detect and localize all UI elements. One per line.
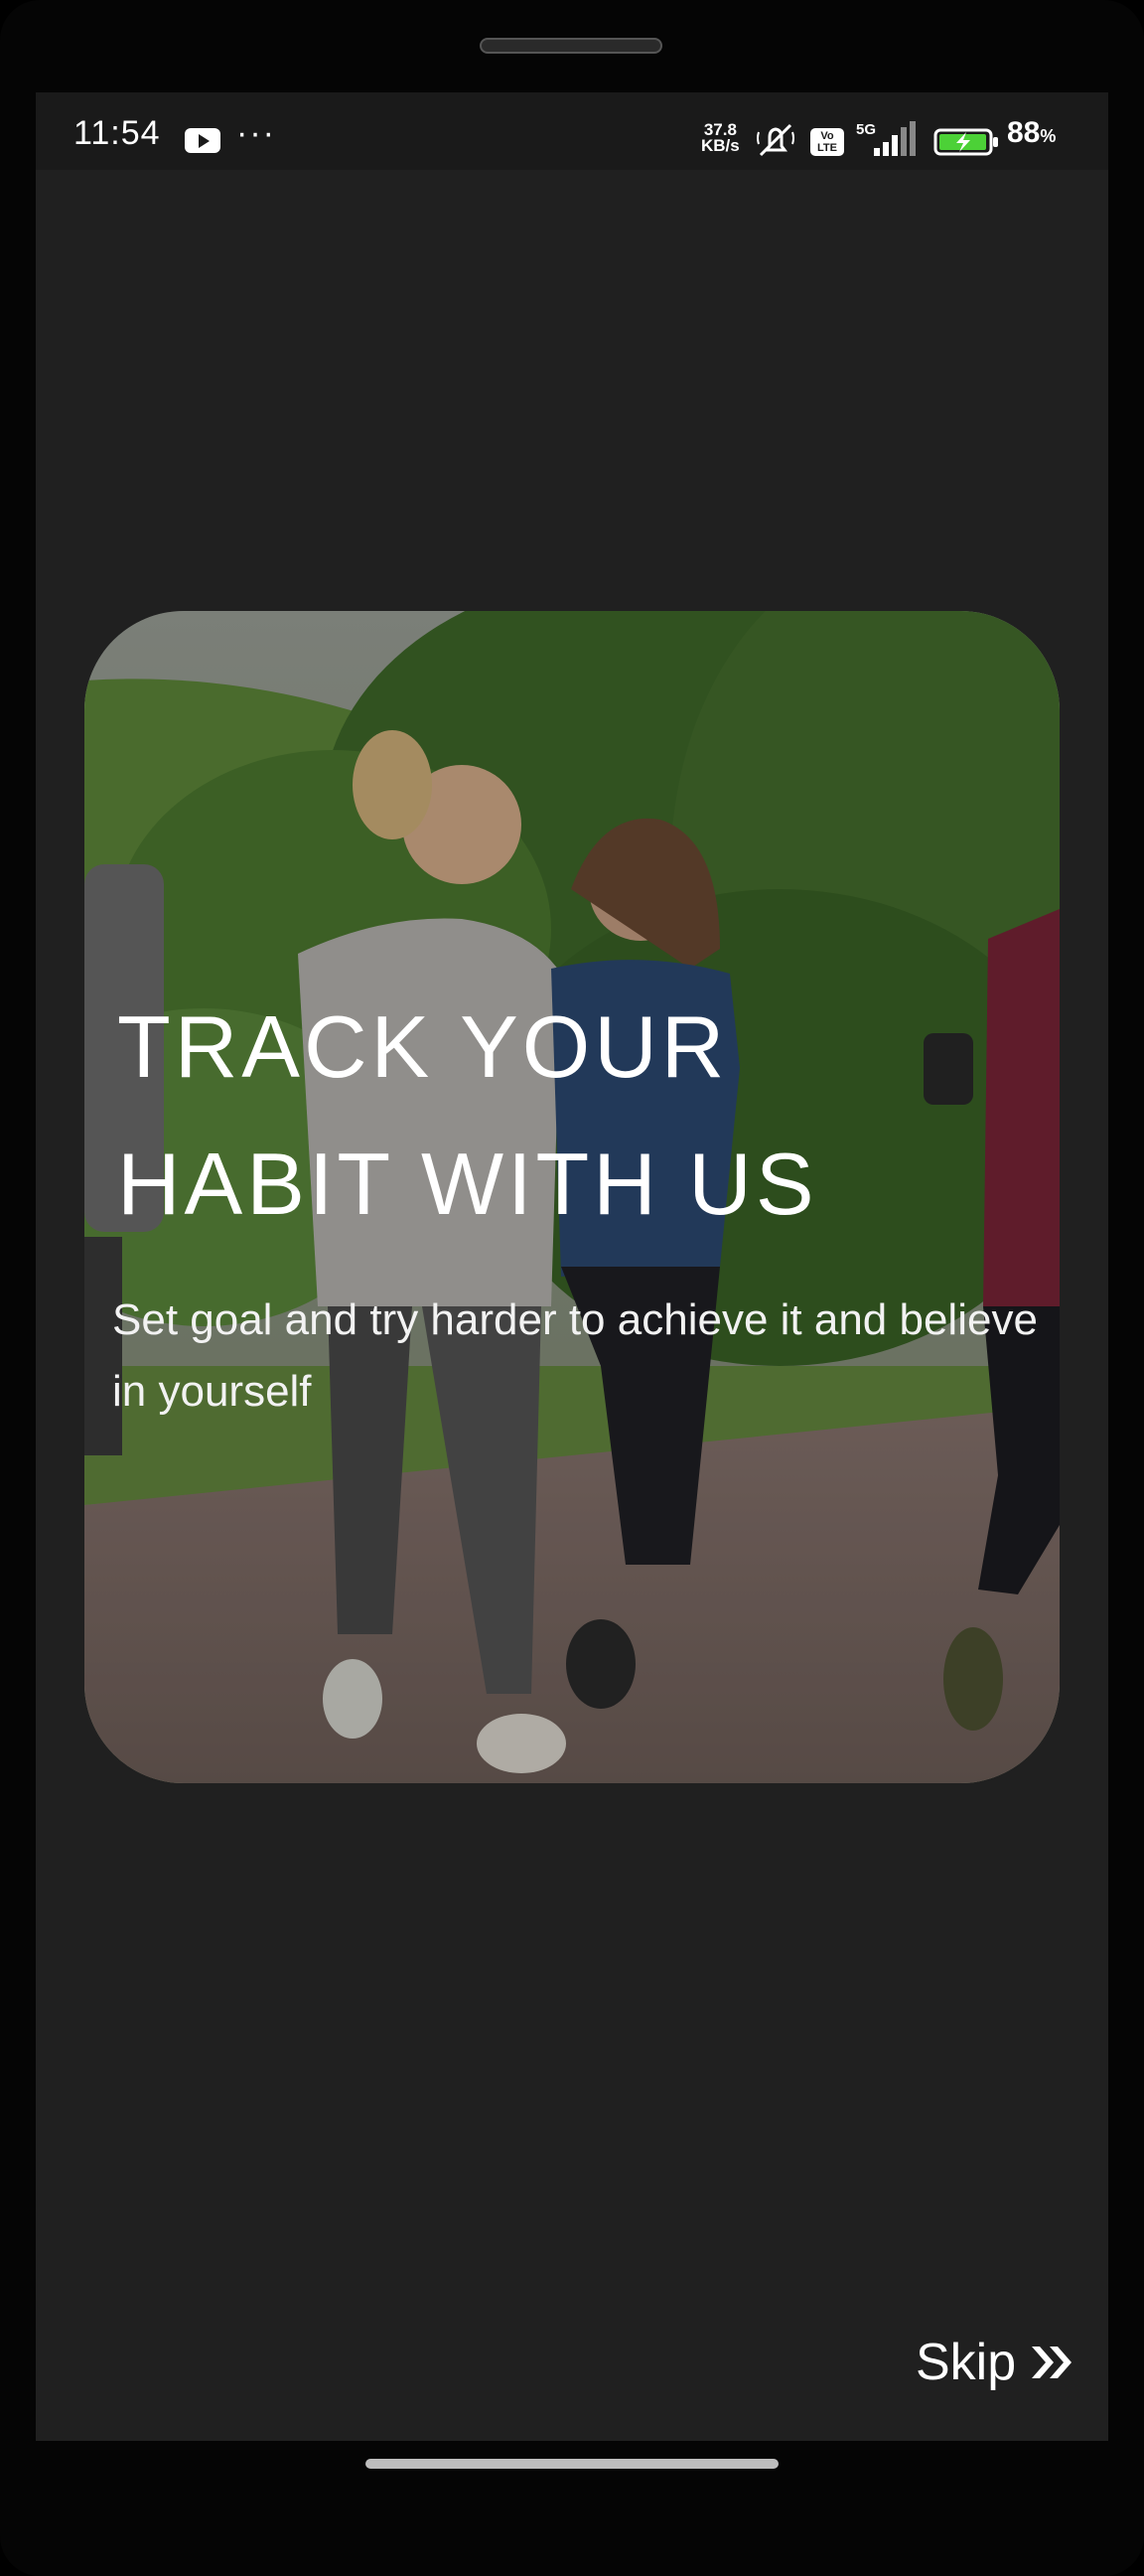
onboarding-headline: TRACK YOUR HABIT WITH US (117, 979, 1011, 1253)
network-type: 5G (856, 121, 876, 138)
double-chevron-right-icon (1032, 2347, 1072, 2378)
earpiece-speaker (480, 38, 662, 54)
app-screen: 11:54 ··· 37.8 KB/s Vo LTE 5G 88% TRACK … (36, 92, 1108, 2441)
headline-line-2: HABIT WITH US (117, 1135, 818, 1233)
overflow-dots: ··· (236, 114, 276, 152)
network-speed-unit: KB/s (701, 136, 740, 155)
headline-line-1: TRACK YOUR (117, 997, 729, 1096)
status-bar: 11:54 ··· 37.8 KB/s Vo LTE 5G 88% (36, 92, 1108, 170)
home-indicator[interactable] (365, 2459, 779, 2469)
battery-percent: 88% (1007, 116, 1056, 150)
network-speed: 37.8 KB/s (701, 121, 740, 155)
battery-percent-value: 88 (1007, 116, 1041, 149)
phone-frame: 11:54 ··· 37.8 KB/s Vo LTE 5G 88% TRACK … (0, 0, 1144, 2576)
mute-icon (757, 123, 794, 157)
signal-icon: 5G (856, 121, 916, 156)
battery-percent-sign: % (1040, 126, 1057, 146)
volte-line2: LTE (817, 142, 837, 154)
skip-label: Skip (916, 2334, 1017, 2391)
volte-line1: Vo (820, 130, 834, 142)
status-time: 11:54 (73, 114, 161, 152)
onboarding-subtitle: Set goal and try harder to achieve it an… (112, 1295, 1038, 1416)
skip-button[interactable]: Skip (916, 2333, 1075, 2392)
onboarding-card: TRACK YOUR HABIT WITH US Set goal and tr… (84, 611, 1060, 1783)
volte-icon: Vo LTE (810, 128, 844, 156)
youtube-icon (185, 128, 220, 153)
battery-charging-icon (933, 128, 998, 156)
